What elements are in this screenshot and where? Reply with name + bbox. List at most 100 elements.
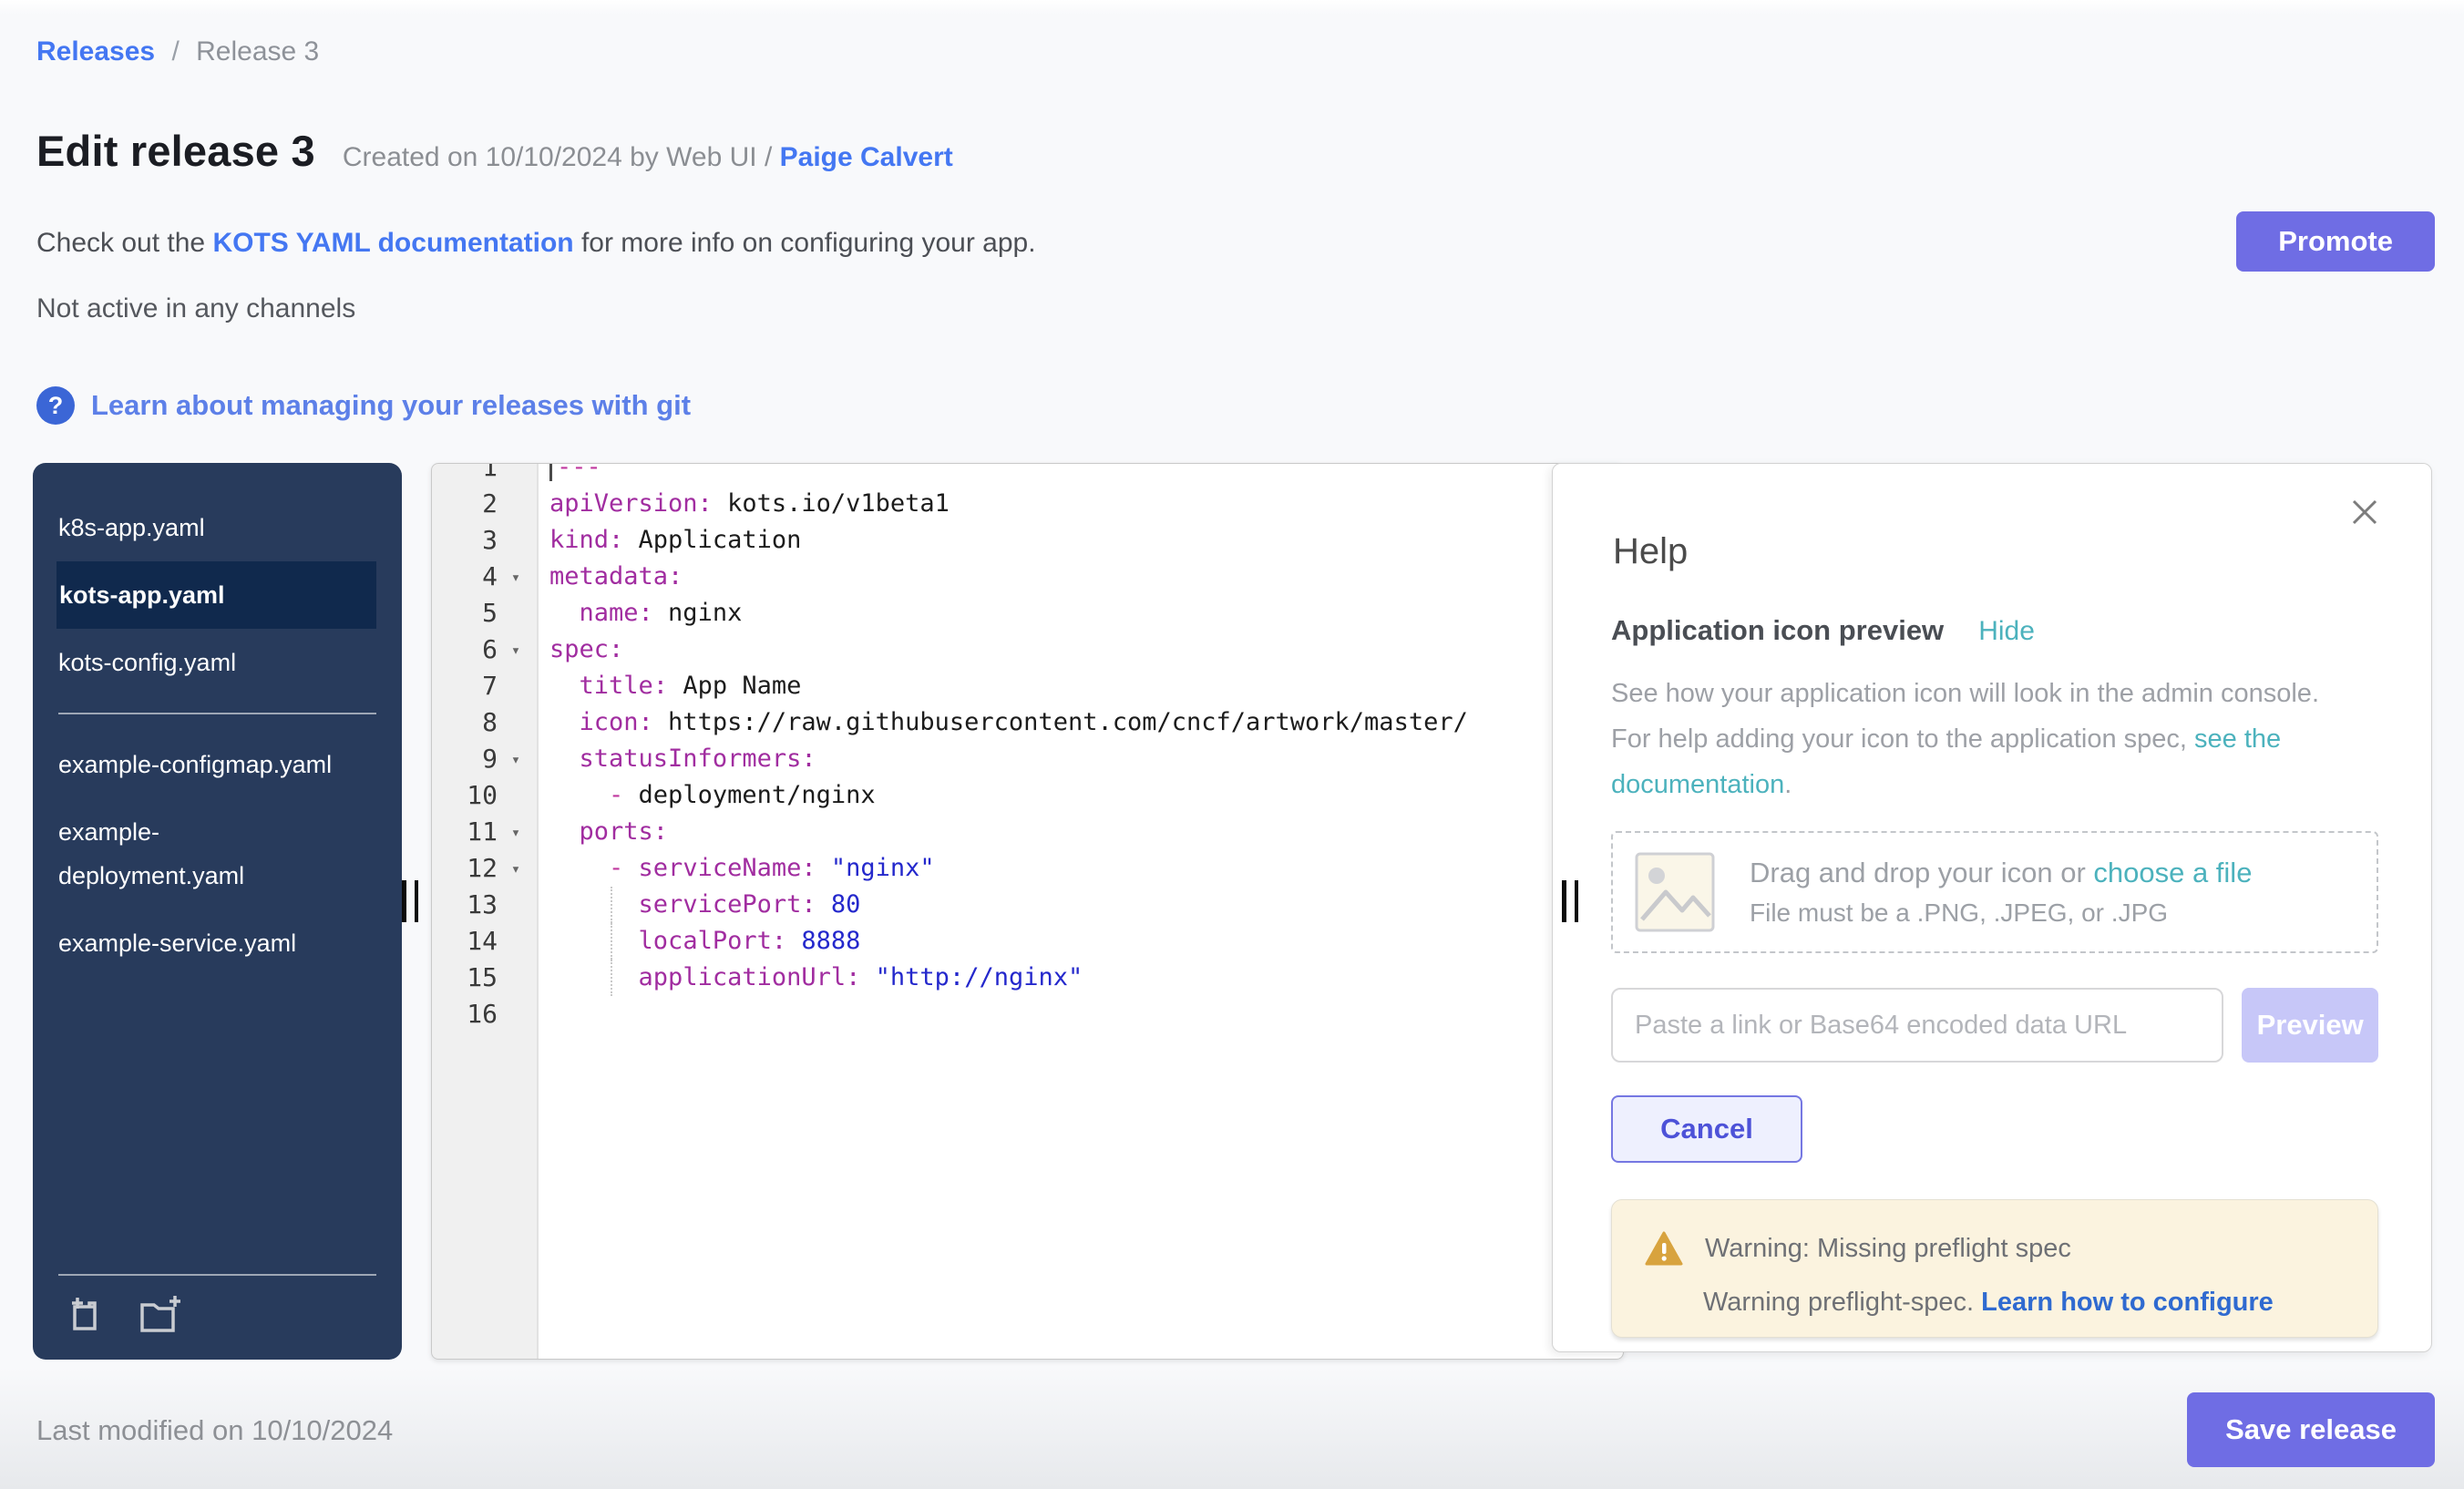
fold-spacer	[498, 777, 534, 814]
learn-configure-link[interactable]: Learn how to configure	[1981, 1288, 2274, 1317]
line-number: 8	[432, 704, 498, 741]
page-title: Edit release 3	[36, 126, 315, 176]
code-text	[537, 996, 1623, 1032]
help-paragraph: See how your application icon will look …	[1611, 671, 2331, 807]
breadcrumb-link-releases[interactable]: Releases	[36, 36, 155, 67]
add-file-button[interactable]	[64, 1294, 106, 1336]
kots-docs-link[interactable]: KOTS YAML documentation	[212, 228, 573, 258]
author-link[interactable]: Paige Calvert	[780, 142, 953, 172]
icon-preview-section: Application icon preview Hide	[1611, 614, 2378, 647]
fold-arrow-icon[interactable]: ▾	[498, 850, 534, 887]
help-paragraph-end: .	[1784, 770, 1792, 799]
save-release-button[interactable]: Save release	[2187, 1392, 2435, 1467]
breadcrumb-current: Release 3	[196, 36, 319, 67]
line-number: 10	[432, 777, 498, 814]
fold-spacer	[498, 923, 534, 960]
git-link[interactable]: Learn about managing your releases with …	[91, 389, 691, 422]
file-tree-item-k8s-app.yaml[interactable]: k8s-app.yaml	[33, 494, 356, 561]
line-number: 1	[432, 463, 498, 486]
editor-line-15: 15 applicationUrl: "http://nginx"	[432, 960, 1623, 996]
warning-title: Warning: Missing preflight spec	[1705, 1234, 2071, 1264]
code-text: - deployment/nginx	[537, 777, 1623, 814]
editor-line-12: 12▾ - serviceName: "nginx"	[432, 850, 1623, 887]
cancel-button[interactable]: Cancel	[1611, 1095, 1802, 1163]
editor-line-14: 14 localPort: 8888	[432, 923, 1623, 960]
resize-handle-right[interactable]	[1562, 880, 1578, 922]
warning-box: Warning: Missing preflight spec Warning …	[1611, 1199, 2378, 1338]
promote-button[interactable]: Promote	[2236, 211, 2435, 272]
line-number: 6	[432, 632, 498, 668]
icon-url-row: Preview	[1611, 988, 2378, 1063]
code-text: metadata:	[537, 559, 1623, 595]
file-tree-item-kots-config.yaml[interactable]: kots-config.yaml	[33, 629, 356, 696]
code-text: ports:	[537, 814, 1623, 850]
help-panel: Help Application icon preview Hide See h…	[1552, 463, 2432, 1352]
preview-button[interactable]: Preview	[2242, 988, 2378, 1063]
line-number: 9	[432, 741, 498, 777]
code-text: applicationUrl: "http://nginx"	[537, 960, 1623, 996]
breadcrumb: Releases / Release 3	[36, 36, 319, 67]
dropzone-line1: Drag and drop your icon or	[1750, 857, 2093, 888]
icon-url-input[interactable]	[1611, 988, 2223, 1063]
code-text: title: App Name	[537, 668, 1623, 704]
code-text: kind: Application	[537, 522, 1623, 559]
breadcrumb-separator: /	[171, 36, 179, 67]
docs-post: for more info on configuring your app.	[574, 228, 1036, 258]
title-row: Edit release 3 Created on 10/10/2024 by …	[36, 126, 953, 176]
fold-spacer	[498, 704, 534, 741]
created-text: Created on 10/10/2024 by Web UI / Paige …	[343, 142, 953, 173]
editor-line-16: 16	[432, 996, 1623, 1032]
code-text: servicePort: 80	[537, 887, 1623, 923]
line-number: 16	[432, 996, 498, 1032]
line-number: 13	[432, 887, 498, 923]
code-text: spec:	[537, 632, 1623, 668]
help-title: Help	[1613, 531, 2378, 572]
line-number: 7	[432, 668, 498, 704]
warning-detail: Warning preflight-spec. Learn how to con…	[1703, 1288, 2350, 1318]
code-text: name: nginx	[537, 595, 1623, 632]
choose-file-link[interactable]: choose a file	[2093, 857, 2252, 888]
close-icon[interactable]	[2349, 497, 2380, 528]
editor-line-5: 5 name: nginx	[432, 595, 1623, 632]
image-placeholder-icon	[1633, 850, 1717, 934]
git-help-row[interactable]: ? Learn about managing your releases wit…	[36, 386, 691, 425]
add-folder-button[interactable]	[137, 1294, 184, 1336]
file-tree-item-example-deployment.yaml[interactable]: example-deployment.yaml	[33, 798, 356, 909]
line-number: 5	[432, 595, 498, 632]
editor-line-11: 11▾ ports:	[432, 814, 1623, 850]
created-label: Created on 10/10/2024 by Web UI /	[343, 142, 772, 172]
fold-arrow-icon[interactable]: ▾	[498, 741, 534, 777]
hide-link[interactable]: Hide	[1978, 616, 2035, 647]
file-tree: k8s-app.yamlkots-app.yamlkots-config.yam…	[33, 463, 402, 1360]
editor-line-10: 10 - deployment/nginx	[432, 777, 1623, 814]
file-tree-item-example-configmap.yaml[interactable]: example-configmap.yaml	[33, 731, 356, 798]
warning-detail-text: Warning preflight-spec.	[1703, 1288, 1981, 1317]
resize-handle-left[interactable]	[402, 880, 418, 922]
icon-dropzone[interactable]: Drag and drop your icon or choose a file…	[1611, 831, 2378, 953]
editor-line-8: 8 icon: https://raw.githubusercontent.co…	[432, 704, 1623, 741]
fold-arrow-icon[interactable]: ▾	[498, 814, 534, 850]
line-number: 12	[432, 850, 498, 887]
fold-arrow-icon[interactable]: ▾	[498, 559, 534, 595]
docs-pre: Check out the	[36, 228, 212, 258]
docs-line: Check out the KOTS YAML documentation fo…	[36, 228, 1036, 259]
file-tree-item-example-service.yaml[interactable]: example-service.yaml	[33, 909, 356, 977]
fold-spacer	[498, 463, 534, 486]
editor-line-7: 7 title: App Name	[432, 668, 1623, 704]
section-title: Application icon preview	[1611, 614, 1944, 647]
file-tree-item-kots-app.yaml[interactable]: kots-app.yaml	[56, 561, 376, 629]
fold-spacer	[498, 522, 534, 559]
warning-icon	[1645, 1231, 1683, 1266]
fold-arrow-icon[interactable]: ▾	[498, 632, 534, 668]
code-text: ---	[537, 463, 1623, 486]
last-modified-text: Last modified on 10/10/2024	[36, 1414, 393, 1447]
code-text: localPort: 8888	[537, 923, 1623, 960]
editor-line-13: 13 servicePort: 80	[432, 887, 1623, 923]
dropzone-line2: File must be a .PNG, .JPEG, or .JPG	[1750, 899, 2252, 928]
code-text: - serviceName: "nginx"	[537, 850, 1623, 887]
code-editor[interactable]: 1---2apiVersion: kots.io/v1beta13kind: A…	[431, 463, 1624, 1360]
line-number: 3	[432, 522, 498, 559]
code-text: statusInformers:	[537, 741, 1623, 777]
file-tree-list: k8s-app.yamlkots-app.yamlkots-config.yam…	[33, 494, 402, 977]
fold-spacer	[498, 668, 534, 704]
